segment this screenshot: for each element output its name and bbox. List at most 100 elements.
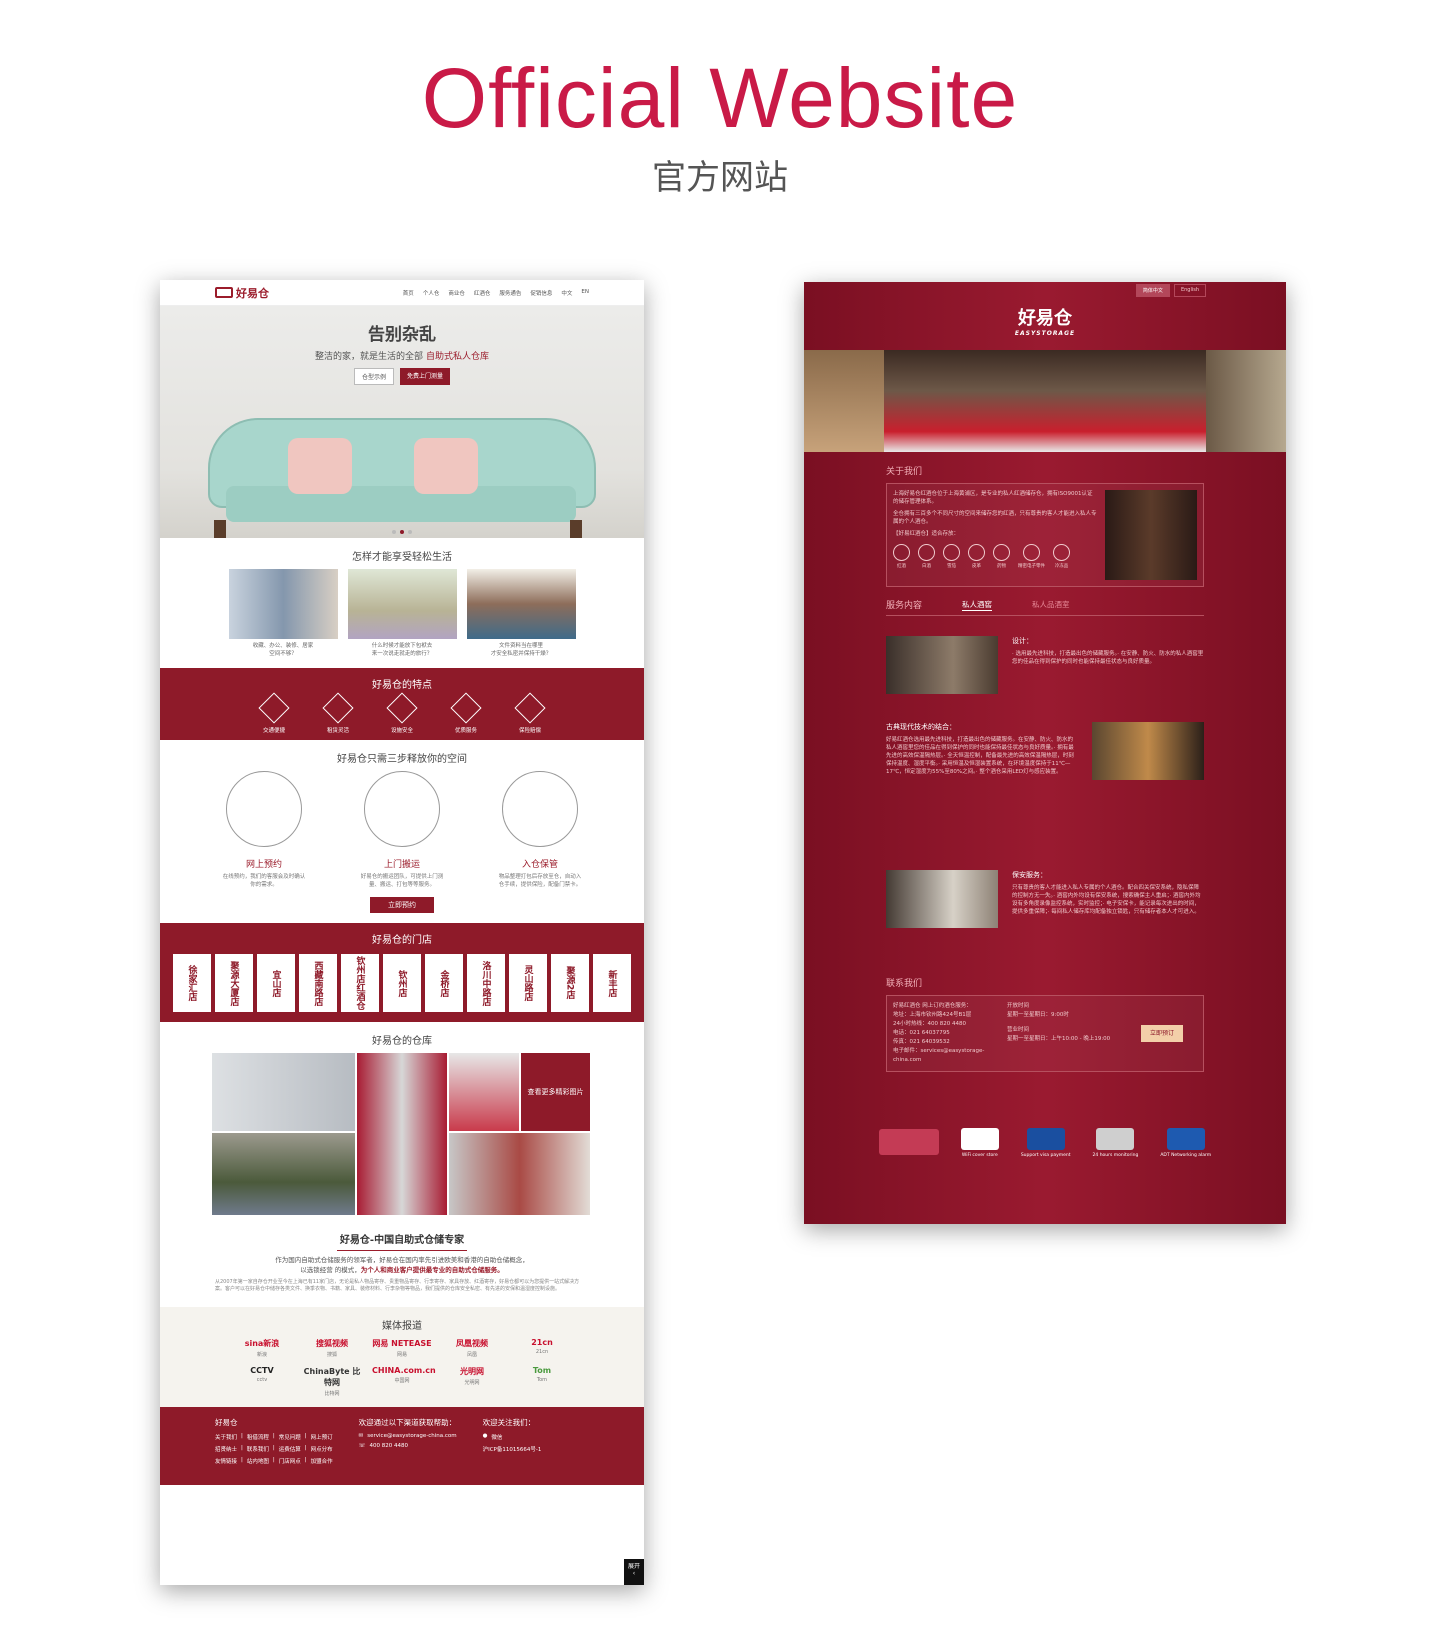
lang-zh-button[interactable]: 简体中文 [1135, 284, 1170, 297]
media-logo-text: 网易 NETEASE [372, 1339, 432, 1348]
card-caption: 文件资料当在哪里 才安全私密并保持干燥？ [467, 642, 576, 658]
gallery-photo[interactable] [357, 1053, 447, 1215]
site-logo[interactable]: 好易仓 [215, 285, 269, 301]
nav-item[interactable]: 中文 [561, 289, 572, 297]
wine-carousel[interactable] [804, 350, 1286, 452]
about-paragraph: 全仓拥有三百多个不同尺寸的空间来储存您的红酒，只有尊贵的客人才能进入私人专属的个… [893, 511, 1097, 525]
top-nav: 好易仓 首页 个人仓 商业仓 红酒仓 服务通告 促销信息 中文 EN [160, 280, 644, 306]
media-caption: 新浪 [256, 1352, 267, 1358]
phone-icon: ☏ [358, 1443, 366, 1449]
store-item[interactable]: 钦州店 [383, 954, 421, 1012]
book-now-button[interactable]: 立即预订 [1141, 1025, 1184, 1042]
books-photo [466, 569, 576, 639]
wardrobe-photo [228, 569, 338, 639]
media-logo[interactable]: Tom Tom [512, 1366, 572, 1397]
media-logo[interactable]: 光明网 光明网 [442, 1366, 502, 1397]
media-logo[interactable]: ChinaByte 比特网 比特网 [302, 1366, 362, 1397]
slide-photo [884, 350, 1206, 452]
footer-email[interactable]: service@easystorage-china.com [367, 1433, 456, 1439]
travel-photo [347, 569, 457, 639]
media-logo-text: 搜狐视频 [316, 1339, 348, 1348]
contact-line: 地址：上海市钦州路424号B1层 [893, 1012, 972, 1018]
feature-item: 设施安全 [386, 692, 418, 734]
carousel-dot[interactable] [392, 530, 396, 534]
wine-logo[interactable]: 好易仓 EASYSTORAGE [804, 304, 1286, 337]
nav-item[interactable]: 商业仓 [448, 289, 465, 297]
feature-item: 优质服务 [450, 692, 482, 734]
tab-private-cellar[interactable]: 私人酒窖 [962, 599, 993, 611]
service-text: 好易红酒仓选用最先进科技，打造最出色的储藏服务。在安静、防火、防水的私人酒窖里您… [886, 737, 1074, 775]
media-logo[interactable]: 凤凰视频 凤凰 [442, 1338, 502, 1358]
footer-link[interactable]: 站内地图 [247, 1457, 269, 1465]
gallery-photo[interactable] [449, 1133, 590, 1215]
features-title: 好易仓的特点 [372, 680, 432, 691]
gallery-photo[interactable] [212, 1133, 355, 1215]
hours-line: 星期一至星期日：9:00时 [1007, 1012, 1069, 1018]
free-measure-button[interactable]: 免费上门测量 [400, 368, 451, 385]
store-item[interactable]: 钦州店红酒仓 [341, 954, 379, 1012]
nav-item[interactable]: EN [581, 289, 589, 297]
store-item[interactable]: 新丰店 [593, 954, 631, 1012]
carousel-dots[interactable] [160, 530, 644, 534]
store-item[interactable]: 灵山路店 [509, 954, 547, 1012]
service-tabs: 服务内容 私人酒窖 私人品酒室 [886, 598, 1204, 616]
nav-item[interactable]: 红酒仓 [474, 289, 491, 297]
footer-feature: ADT Networking alarm [1160, 1128, 1211, 1158]
more-photos-button[interactable]: 查看更多精彩图片 [521, 1053, 590, 1131]
media-logo[interactable]: 网易 NETEASE 网易 [372, 1338, 432, 1358]
media-logo[interactable]: sina新浪 新浪 [232, 1338, 292, 1358]
feature-label: 租赁灵活 [326, 728, 349, 734]
footer-feature: Support visa payment [1021, 1128, 1071, 1158]
contact-line[interactable]: 电子邮件：services@easystorage-china.com [893, 1047, 993, 1065]
media-logo-text: CHINA.com.cn [372, 1366, 436, 1375]
nav-item[interactable]: 首页 [403, 289, 414, 297]
gallery-photo[interactable] [449, 1053, 519, 1131]
footer-link[interactable]: 常见问题 [279, 1433, 301, 1441]
nav-item[interactable]: 个人仓 [423, 289, 440, 297]
store-item[interactable]: 聚源大厦店 [215, 954, 253, 1012]
footer-link[interactable]: 门店网点 [279, 1457, 301, 1465]
sofa-seat-image [226, 486, 576, 522]
footer-link[interactable]: 运费估算 [279, 1445, 301, 1453]
mail-icon: ✉ [358, 1433, 364, 1439]
footer-phone: 400 820 4480 [369, 1443, 409, 1449]
footer-link[interactable]: 友情链接 [215, 1457, 237, 1465]
left-website-mockup: 好易仓 首页 个人仓 商业仓 红酒仓 服务通告 促销信息 中文 EN 告别杂乱 … [160, 280, 644, 1585]
unit-sample-button[interactable]: 仓型示例 [353, 368, 394, 385]
media-caption: 21cn [535, 1349, 549, 1355]
media-logo[interactable]: 21cn 21cn [512, 1338, 572, 1358]
book-now-button[interactable]: 立即预约 [370, 897, 434, 913]
media-logo[interactable]: CCTV cctv [232, 1366, 292, 1397]
footer-link[interactable]: 加盟合作 [311, 1457, 333, 1465]
icon-label: 药物 [997, 564, 1006, 569]
store-item[interactable]: 洛川中路店 [467, 954, 505, 1012]
store-item[interactable]: 徐家汇店 [173, 954, 211, 1012]
footer-link[interactable]: 招贤纳士 [215, 1445, 237, 1453]
expand-side-button[interactable]: 展开 ‹ [624, 1559, 644, 1585]
lang-en-button[interactable]: English [1173, 284, 1206, 297]
gallery-photo[interactable] [212, 1053, 355, 1131]
nav-item[interactable]: 促销信息 [530, 289, 552, 297]
step-desc: 好易仓的搬运团队，可提供上门测量、搬运、打包等等服务。 [360, 874, 444, 888]
feature-label: 保险赔偿 [519, 728, 542, 734]
footer-link[interactable]: 租借流程 [247, 1433, 269, 1441]
media-logo[interactable]: 搜狐视频 搜狐 [302, 1338, 362, 1358]
store-item[interactable]: 聚源2店 [551, 954, 589, 1012]
media-logo[interactable]: CHINA.com.cn 中国网 [372, 1366, 436, 1397]
right-website-mockup: 简体中文 English 好易仓 EASYSTORAGE 关于我们 上海好易仓红酒… [804, 282, 1286, 1224]
carousel-dot[interactable] [408, 530, 412, 534]
hours-heading: 营业时间 [1007, 1027, 1030, 1033]
carousel-dot[interactable] [400, 530, 404, 534]
warehouse-gallery: 查看更多精彩图片 [212, 1053, 592, 1215]
footer-link[interactable]: 网上预订 [311, 1433, 333, 1441]
footer-link[interactable]: 关于我们 [215, 1433, 237, 1441]
wechat-link[interactable]: 微信 [491, 1433, 502, 1441]
footer-link[interactable]: 联系我们 [247, 1445, 269, 1453]
footer-link[interactable]: 网点分布 [311, 1445, 333, 1453]
nav-item[interactable]: 服务通告 [499, 289, 521, 297]
store-item[interactable]: 西藏南路店 [299, 954, 337, 1012]
tab-tasting-room[interactable]: 私人品酒室 [1032, 599, 1070, 610]
store-item[interactable]: 金桥店 [425, 954, 463, 1012]
store-item[interactable]: 宜山店 [257, 954, 295, 1012]
nav-menu: 首页 个人仓 商业仓 红酒仓 服务通告 促销信息 中文 EN [403, 289, 589, 297]
